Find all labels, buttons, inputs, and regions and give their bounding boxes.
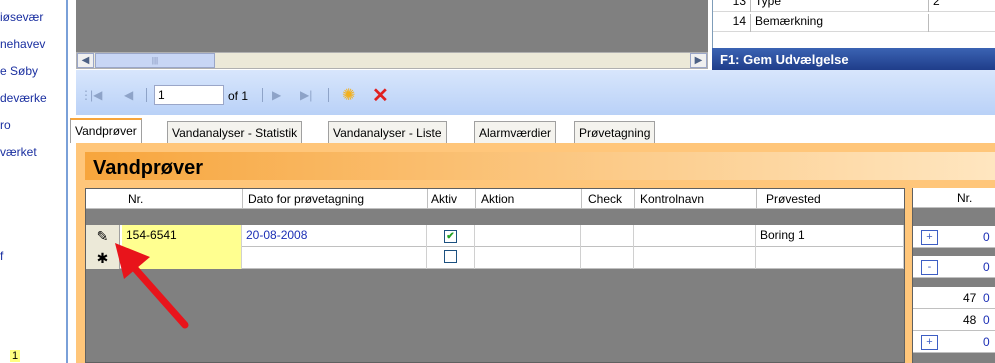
next-record-icon[interactable]: ▶: [272, 88, 281, 102]
property-value[interactable]: [928, 14, 933, 32]
column-header[interactable]: Dato for prøvetagning: [248, 192, 364, 206]
record-navigator: ⋮ |◀ ◀ 1 of 1 ▶ ▶| ✺ ✕: [76, 70, 995, 115]
tab-provetagning[interactable]: Prøvetagning: [574, 121, 656, 143]
list-value: 0: [983, 313, 990, 327]
column-header[interactable]: Aktiv: [431, 192, 457, 206]
grid-header: Nr. Dato for prøvetagning Aktiv Aktion C…: [86, 189, 904, 209]
column-separator[interactable]: [242, 189, 243, 209]
column-separator[interactable]: [427, 189, 428, 209]
aktion-cell[interactable]: [475, 225, 581, 247]
list-value: 0: [983, 260, 990, 274]
check-cell[interactable]: [581, 247, 634, 269]
check-cell[interactable]: [581, 225, 634, 247]
property-row[interactable]: 13 Type 2: [713, 0, 995, 12]
new-record-icon[interactable]: ✺: [342, 85, 355, 105]
property-label: Bemærkning: [755, 14, 824, 28]
kontrolnavn-cell[interactable]: [634, 247, 756, 269]
list-number: 48: [963, 313, 977, 327]
sidebar-item[interactable]: e Søby: [0, 64, 38, 78]
scroll-thumb[interactable]: |||: [95, 53, 215, 68]
list-value: 0: [983, 335, 990, 349]
property-row[interactable]: 14 Bemærkning: [713, 14, 995, 32]
aktion-cell[interactable]: [475, 247, 581, 269]
aktiv-checkbox[interactable]: [444, 250, 457, 263]
property-value[interactable]: 2: [928, 0, 940, 12]
tab-bar: Vandprøver Vandanalyser - Statistik Vand…: [70, 115, 995, 143]
list-item[interactable]: 48 0: [913, 309, 995, 331]
horizontal-scrollbar[interactable]: ◀ ||| ▶: [76, 52, 708, 69]
column-separator[interactable]: [756, 189, 757, 209]
property-number: 14: [713, 14, 751, 32]
sidebar-item[interactable]: nehavev: [0, 37, 45, 51]
scroll-left-button[interactable]: ◀: [77, 53, 94, 68]
kontrolnavn-cell[interactable]: [634, 225, 756, 247]
aktiv-cell[interactable]: ✔: [427, 225, 475, 247]
record-position-input[interactable]: 1: [154, 85, 224, 105]
date-cell[interactable]: [242, 247, 427, 269]
property-number: 13: [713, 0, 751, 12]
sidebar-item[interactable]: ro: [0, 118, 11, 132]
sidebar-item[interactable]: iøsevær: [0, 10, 43, 24]
list-item[interactable]: - 0: [913, 256, 995, 278]
save-selection-bar[interactable]: F1: Gem Udvælgelse: [712, 48, 995, 70]
expand-button[interactable]: +: [921, 230, 938, 245]
upper-grid-area: [76, 0, 708, 52]
expand-button[interactable]: +: [921, 335, 938, 350]
column-separator[interactable]: [634, 189, 635, 209]
property-label: Type: [755, 0, 782, 8]
red-arrow-icon: [115, 243, 189, 329]
tab-vandanalyser-liste[interactable]: Vandanalyser - Liste: [328, 121, 447, 143]
date-cell[interactable]: 20-08-2008: [242, 225, 427, 247]
separator: [328, 88, 329, 102]
provested-cell[interactable]: Boring 1: [756, 225, 904, 247]
list-number: 47: [963, 291, 977, 305]
scroll-right-button[interactable]: ▶: [690, 53, 707, 68]
column-header[interactable]: Check: [588, 192, 622, 206]
aktiv-cell[interactable]: [427, 247, 475, 269]
grid-header: Nr.: [913, 188, 995, 208]
sidebar-item[interactable]: deværke: [0, 91, 47, 105]
list-item[interactable]: + 0: [913, 226, 995, 248]
sidebar-divider[interactable]: [66, 0, 68, 363]
column-header[interactable]: Nr.: [957, 191, 972, 205]
list-value: 0: [983, 230, 990, 244]
sidebar-item[interactable]: værket: [0, 145, 37, 159]
list-item[interactable]: 47 0: [913, 287, 995, 309]
analysis-grid: Nr. + 0 - 0 47 0 48 0 + 0: [912, 188, 995, 363]
last-record-icon[interactable]: ▶|: [300, 88, 312, 102]
sidebar-badge: 1: [10, 350, 21, 362]
collapse-button[interactable]: -: [921, 260, 938, 275]
first-record-icon[interactable]: |◀: [90, 88, 102, 102]
list-value: 0: [983, 291, 990, 305]
sidebar: iøsevær nehavev e Søby deværke ro værket…: [0, 0, 68, 363]
page-title: Vandprøver: [85, 152, 995, 180]
tab-vandprover[interactable]: Vandprøver: [70, 118, 142, 143]
separator: [146, 88, 147, 102]
column-header[interactable]: Prøvested: [766, 192, 821, 206]
column-header[interactable]: Aktion: [481, 192, 514, 206]
aktiv-checkbox[interactable]: ✔: [444, 230, 457, 243]
property-table: 13 Type 2 14 Bemærkning: [712, 0, 995, 48]
column-separator[interactable]: [475, 189, 476, 209]
record-count-label: of 1: [228, 89, 249, 103]
list-item[interactable]: + 0: [913, 331, 995, 353]
column-header[interactable]: Kontrolnavn: [640, 192, 704, 206]
delete-record-icon[interactable]: ✕: [372, 83, 389, 108]
sidebar-item[interactable]: f: [0, 249, 3, 263]
provested-cell[interactable]: [756, 247, 904, 269]
column-separator[interactable]: [581, 189, 582, 209]
separator: [262, 88, 263, 102]
previous-record-icon[interactable]: ◀: [124, 88, 133, 102]
tab-vandanalyser-statistik[interactable]: Vandanalyser - Statistik: [167, 121, 303, 143]
column-header[interactable]: Nr.: [128, 192, 143, 206]
tab-alarmvaerdier[interactable]: Alarmværdier: [474, 121, 557, 143]
